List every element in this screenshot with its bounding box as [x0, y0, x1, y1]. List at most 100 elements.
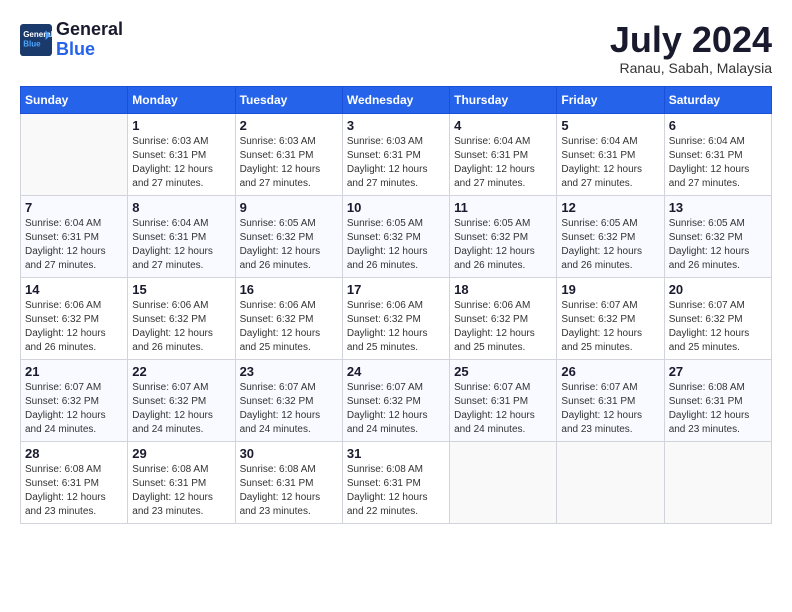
day-number: 10 [347, 200, 445, 215]
calendar-cell: 6 Sunrise: 6:04 AMSunset: 6:31 PMDaylight… [664, 113, 771, 195]
logo-icon: General Blue [20, 24, 52, 56]
calendar-cell: 18 Sunrise: 6:06 AMSunset: 6:32 PMDayligh… [450, 277, 557, 359]
day-info: Sunrise: 6:05 AMSunset: 6:32 PMDaylight:… [240, 217, 338, 273]
day-number: 15 [132, 282, 230, 297]
day-number: 28 [25, 446, 123, 461]
day-number: 18 [454, 282, 552, 297]
day-number: 17 [347, 282, 445, 297]
calendar-cell [21, 113, 128, 195]
calendar-cell [664, 441, 771, 523]
day-info: Sunrise: 6:04 AMSunset: 6:31 PMDaylight:… [454, 135, 552, 191]
day-info: Sunrise: 6:07 AMSunset: 6:32 PMDaylight:… [669, 299, 767, 355]
day-number: 3 [347, 118, 445, 133]
day-info: Sunrise: 6:03 AMSunset: 6:31 PMDaylight:… [132, 135, 230, 191]
day-number: 12 [561, 200, 659, 215]
page-header: General Blue General Blue July 2024 Rana… [20, 20, 772, 76]
calendar-cell: 3 Sunrise: 6:03 AMSunset: 6:31 PMDaylight… [342, 113, 449, 195]
day-info: Sunrise: 6:03 AMSunset: 6:31 PMDaylight:… [240, 135, 338, 191]
day-info: Sunrise: 6:04 AMSunset: 6:31 PMDaylight:… [669, 135, 767, 191]
calendar-cell: 23Sunrise: 6:07 AMSunset: 6:32 PMDayligh… [235, 359, 342, 441]
calendar-cell: 5Sunrise: 6:04 AMSunset: 6:31 PMDaylight… [557, 113, 664, 195]
calendar-week-row: 1 Sunrise: 6:03 AMSunset: 6:31 PMDaylight… [21, 113, 772, 195]
calendar-cell: 25Sunrise: 6:07 AMSunset: 6:31 PMDayligh… [450, 359, 557, 441]
calendar-header-cell: Monday [128, 86, 235, 113]
calendar-header-cell: Wednesday [342, 86, 449, 113]
day-number: 31 [347, 446, 445, 461]
day-info: Sunrise: 6:04 AMSunset: 6:31 PMDaylight:… [132, 217, 230, 273]
calendar-cell: 7Sunrise: 6:04 AMSunset: 6:31 PMDaylight… [21, 195, 128, 277]
day-info: Sunrise: 6:07 AMSunset: 6:31 PMDaylight:… [454, 381, 552, 437]
calendar-cell: 17 Sunrise: 6:06 AMSunset: 6:32 PMDayligh… [342, 277, 449, 359]
day-number: 6 [669, 118, 767, 133]
calendar-cell: 8 Sunrise: 6:04 AMSunset: 6:31 PMDaylight… [128, 195, 235, 277]
day-number: 21 [25, 364, 123, 379]
calendar-cell: 2 Sunrise: 6:03 AMSunset: 6:31 PMDaylight… [235, 113, 342, 195]
day-number: 20 [669, 282, 767, 297]
calendar-cell: 14Sunrise: 6:06 AMSunset: 6:32 PMDayligh… [21, 277, 128, 359]
calendar-cell: 20 Sunrise: 6:07 AMSunset: 6:32 PMDayligh… [664, 277, 771, 359]
calendar-cell: 27 Sunrise: 6:08 AMSunset: 6:31 PMDayligh… [664, 359, 771, 441]
calendar-cell: 12Sunrise: 6:05 AMSunset: 6:32 PMDayligh… [557, 195, 664, 277]
day-number: 2 [240, 118, 338, 133]
calendar-table: SundayMondayTuesdayWednesdayThursdayFrid… [20, 86, 772, 524]
calendar-header-cell: Saturday [664, 86, 771, 113]
day-info: Sunrise: 6:06 AMSunset: 6:32 PMDaylight:… [132, 299, 230, 355]
calendar-cell: 24 Sunrise: 6:07 AMSunset: 6:32 PMDayligh… [342, 359, 449, 441]
day-info: Sunrise: 6:06 AMSunset: 6:32 PMDaylight:… [25, 299, 123, 355]
day-info: Sunrise: 6:08 AMSunset: 6:31 PMDaylight:… [240, 463, 338, 519]
svg-text:Blue: Blue [23, 39, 41, 48]
day-info: Sunrise: 6:07 AMSunset: 6:32 PMDaylight:… [561, 299, 659, 355]
calendar-cell: 22 Sunrise: 6:07 AMSunset: 6:32 PMDayligh… [128, 359, 235, 441]
calendar-cell: 1 Sunrise: 6:03 AMSunset: 6:31 PMDaylight… [128, 113, 235, 195]
day-number: 22 [132, 364, 230, 379]
calendar-cell: 31Sunrise: 6:08 AMSunset: 6:31 PMDayligh… [342, 441, 449, 523]
day-number: 23 [240, 364, 338, 379]
calendar-body: 1 Sunrise: 6:03 AMSunset: 6:31 PMDaylight… [21, 113, 772, 523]
calendar-cell: 26 Sunrise: 6:07 AMSunset: 6:31 PMDayligh… [557, 359, 664, 441]
calendar-cell: 16 Sunrise: 6:06 AMSunset: 6:32 PMDayligh… [235, 277, 342, 359]
day-number: 8 [132, 200, 230, 215]
day-number: 11 [454, 200, 552, 215]
day-number: 30 [240, 446, 338, 461]
calendar-cell: 9 Sunrise: 6:05 AMSunset: 6:32 PMDaylight… [235, 195, 342, 277]
logo-text: General Blue [56, 20, 123, 60]
day-info: Sunrise: 6:05 AMSunset: 6:32 PMDaylight:… [454, 217, 552, 273]
calendar-cell: 21Sunrise: 6:07 AMSunset: 6:32 PMDayligh… [21, 359, 128, 441]
calendar-cell: 10Sunrise: 6:05 AMSunset: 6:32 PMDayligh… [342, 195, 449, 277]
day-info: Sunrise: 6:06 AMSunset: 6:32 PMDaylight:… [454, 299, 552, 355]
title-block: July 2024 Ranau, Sabah, Malaysia [610, 20, 772, 76]
day-number: 27 [669, 364, 767, 379]
calendar-cell [450, 441, 557, 523]
day-info: Sunrise: 6:04 AMSunset: 6:31 PMDaylight:… [25, 217, 123, 273]
day-info: Sunrise: 6:05 AMSunset: 6:32 PMDaylight:… [669, 217, 767, 273]
calendar-cell: 11 Sunrise: 6:05 AMSunset: 6:32 PMDayligh… [450, 195, 557, 277]
calendar-week-row: 14Sunrise: 6:06 AMSunset: 6:32 PMDayligh… [21, 277, 772, 359]
calendar-cell [557, 441, 664, 523]
day-number: 16 [240, 282, 338, 297]
logo: General Blue General Blue [20, 20, 123, 60]
calendar-header-cell: Thursday [450, 86, 557, 113]
calendar-header-cell: Tuesday [235, 86, 342, 113]
day-number: 9 [240, 200, 338, 215]
day-info: Sunrise: 6:07 AMSunset: 6:31 PMDaylight:… [561, 381, 659, 437]
day-number: 13 [669, 200, 767, 215]
calendar-cell: 28Sunrise: 6:08 AMSunset: 6:31 PMDayligh… [21, 441, 128, 523]
calendar-cell: 29Sunrise: 6:08 AMSunset: 6:31 PMDayligh… [128, 441, 235, 523]
calendar-week-row: 21 Sunrise: 6:07 AMSunset: 6:32 PMDayligh… [21, 359, 772, 441]
day-number: 26 [561, 364, 659, 379]
day-info: Sunrise: 6:08 AMSunset: 6:31 PMDaylight:… [669, 381, 767, 437]
day-info: Sunrise: 6:06 AMSunset: 6:32 PMDaylight:… [240, 299, 338, 355]
calendar-week-row: 28 Sunrise: 6:08 AMSunset: 6:31 PMDayligh… [21, 441, 772, 523]
day-number: 1 [132, 118, 230, 133]
day-number: 24 [347, 364, 445, 379]
day-number: 4 [454, 118, 552, 133]
day-info: Sunrise: 6:07 AMSunset: 6:32 PMDaylight:… [132, 381, 230, 437]
day-info: Sunrise: 6:07 AMSunset: 6:32 PMDaylight:… [347, 381, 445, 437]
day-info: Sunrise: 6:08 AMSunset: 6:31 PMDaylight:… [132, 463, 230, 519]
calendar-header-cell: Friday [557, 86, 664, 113]
day-info: Sunrise: 6:03 AMSunset: 6:31 PMDaylight:… [347, 135, 445, 191]
day-number: 5 [561, 118, 659, 133]
day-number: 19 [561, 282, 659, 297]
calendar-cell: 19 Sunrise: 6:07 AMSunset: 6:32 PMDayligh… [557, 277, 664, 359]
day-info: Sunrise: 6:06 AMSunset: 6:32 PMDaylight:… [347, 299, 445, 355]
